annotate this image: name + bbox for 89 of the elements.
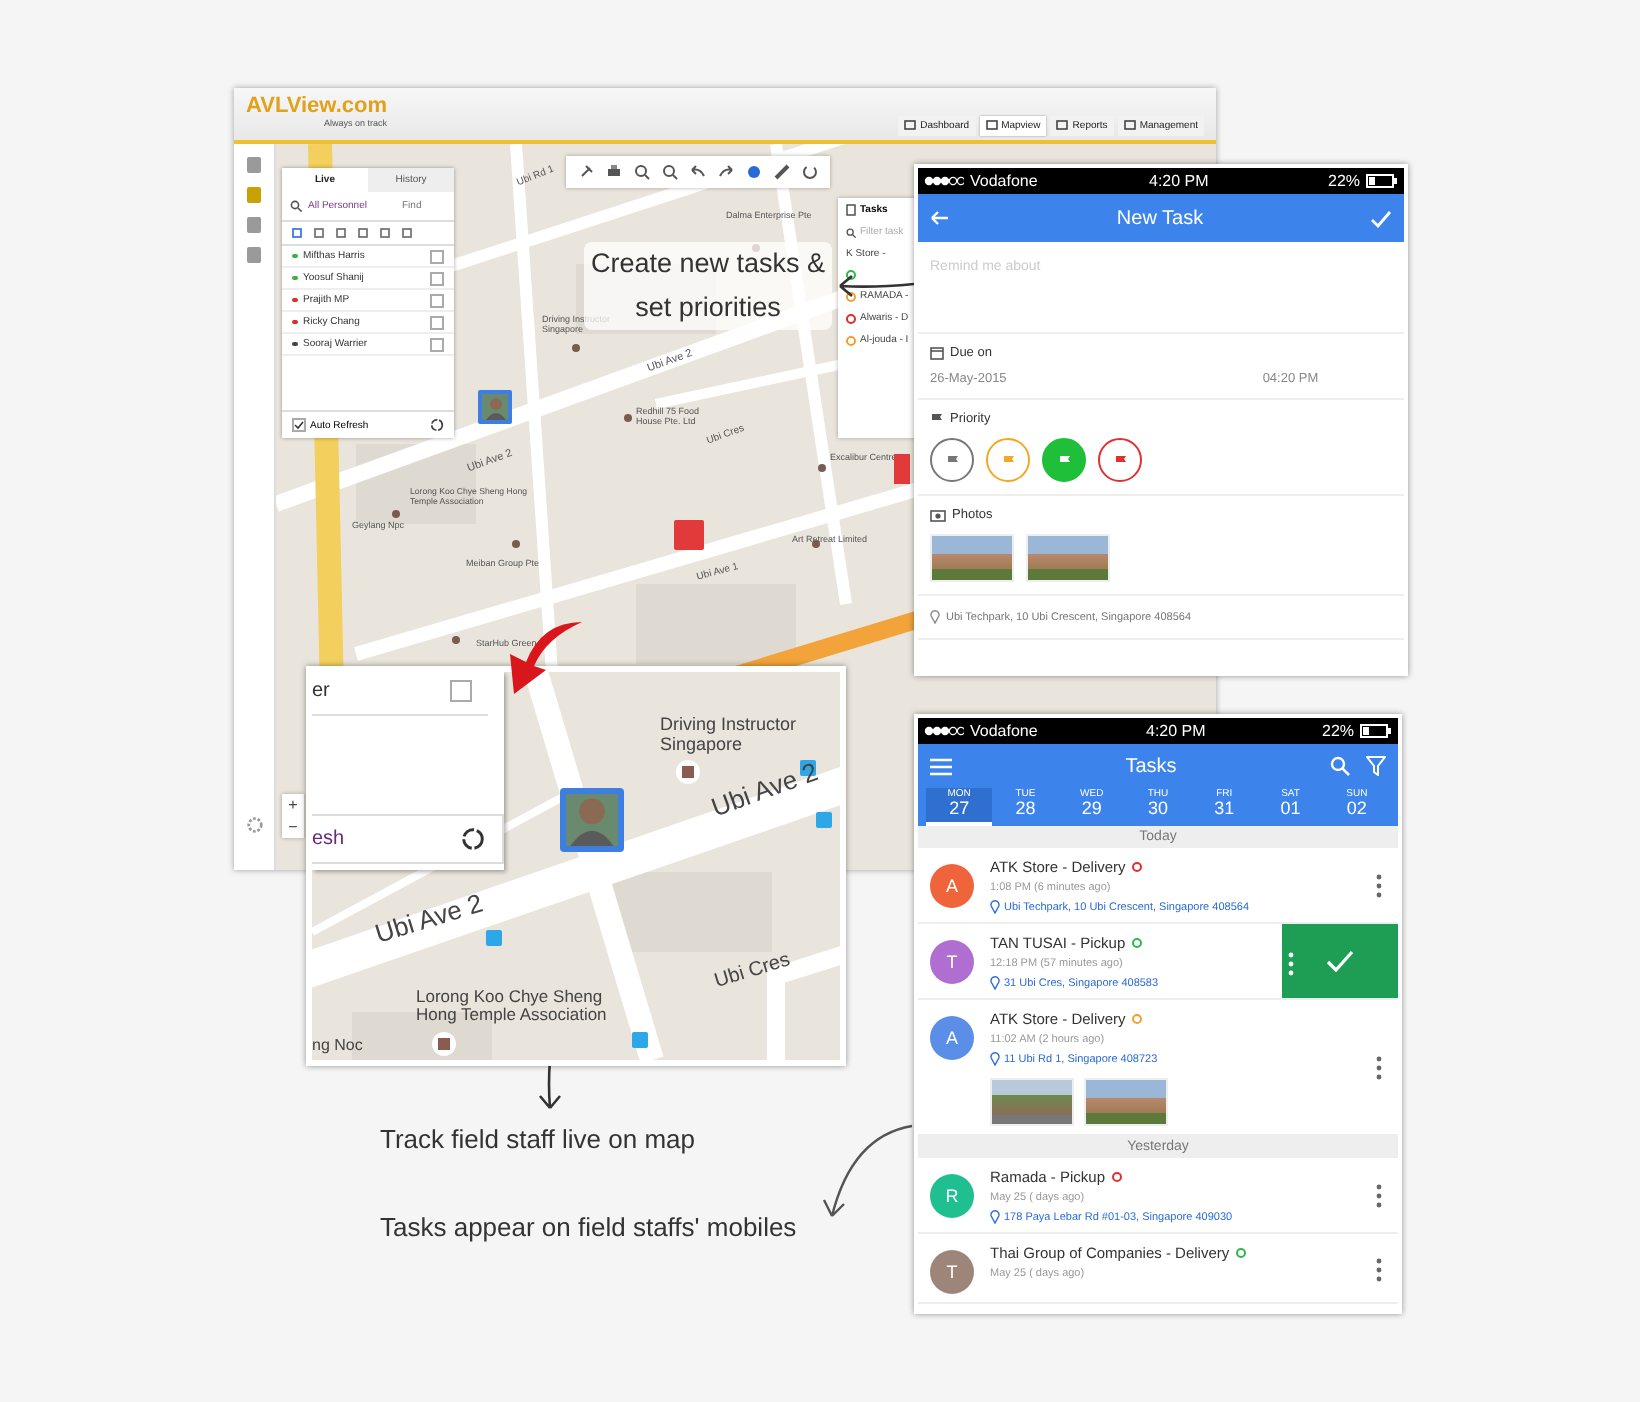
search-icon[interactable] xyxy=(1330,756,1350,776)
checkbox[interactable] xyxy=(430,337,444,351)
checkbox[interactable] xyxy=(430,271,444,285)
zoom-in-icon[interactable] xyxy=(634,164,650,180)
location-pin-icon xyxy=(990,1210,1000,1224)
photo-placeholder[interactable] xyxy=(1084,1078,1168,1126)
street-label: Ubi Ave 2 xyxy=(708,758,822,823)
priority-button[interactable] xyxy=(930,438,974,482)
check-icon xyxy=(294,420,304,430)
battery-level: 22% xyxy=(1322,722,1355,740)
place-label: Lorong Koo Chye Sheng Hong Temple Association xyxy=(416,988,609,1026)
clock: 4:20 PM xyxy=(1146,722,1208,740)
avatar: A xyxy=(930,864,974,908)
street-label: Ubi Ave 2 xyxy=(372,889,487,950)
zoom-button[interactable]: − xyxy=(282,816,304,838)
redo-icon[interactable] xyxy=(718,164,734,180)
print-icon[interactable] xyxy=(606,164,622,180)
checkbox[interactable] xyxy=(430,315,444,329)
refresh-icon[interactable] xyxy=(802,164,818,180)
location-pin-icon xyxy=(990,976,1000,990)
clock: 4:20 PM xyxy=(1149,172,1211,190)
refresh-icon[interactable] xyxy=(460,826,486,852)
screen-title: Tasks xyxy=(1123,755,1179,777)
staff-marker[interactable] xyxy=(560,788,624,852)
caption: Tasks appear on field staffs' mobiles xyxy=(380,1212,797,1242)
personnel-name: er xyxy=(312,680,330,702)
pointer-arrow xyxy=(834,270,918,302)
flag-icon xyxy=(1113,453,1127,467)
search-icon xyxy=(846,227,856,237)
more-icon[interactable] xyxy=(1376,1257,1382,1281)
avatar: R xyxy=(930,1174,974,1218)
photo-placeholder[interactable] xyxy=(990,1078,1074,1126)
task-marker[interactable] xyxy=(894,454,910,484)
street-label: Ubi Cres xyxy=(712,949,793,994)
battery-icon xyxy=(1360,724,1393,738)
more-icon[interactable] xyxy=(1376,1056,1382,1080)
auto-refresh-label: esh xyxy=(312,828,345,850)
zoom-out-icon[interactable] xyxy=(662,164,678,180)
location-pin-icon xyxy=(990,1052,1000,1066)
settings-icon[interactable] xyxy=(245,816,263,834)
place-label: ng Noc xyxy=(312,1038,363,1056)
flag-icon xyxy=(945,453,959,467)
location-icon[interactable] xyxy=(746,164,762,180)
carrier-name: Vodafone xyxy=(970,722,1040,740)
nav-icon xyxy=(985,120,998,132)
location-pin-icon xyxy=(930,610,940,624)
search-icon xyxy=(290,200,302,212)
calendar-icon xyxy=(930,346,944,360)
nav-icon xyxy=(1123,120,1136,132)
refresh-icon[interactable] xyxy=(430,418,444,432)
undo-icon[interactable] xyxy=(690,164,706,180)
nav-icon xyxy=(904,120,917,132)
screen-title: New Task xyxy=(1114,207,1206,229)
avatar: T xyxy=(930,940,974,984)
document-icon xyxy=(846,204,856,216)
priority-button[interactable] xyxy=(1098,438,1142,482)
app-logo: AVLView.com xyxy=(246,96,388,118)
staff-marker[interactable] xyxy=(478,390,512,424)
nav-icon xyxy=(1056,120,1069,132)
signal-icon xyxy=(924,726,964,736)
back-arrow-icon[interactable] xyxy=(930,210,950,226)
flag-icon xyxy=(1001,453,1015,467)
checkbox[interactable] xyxy=(450,680,472,702)
check-icon xyxy=(1326,950,1354,972)
ruler-icon[interactable] xyxy=(774,164,790,180)
task-marker[interactable] xyxy=(674,520,704,550)
more-icon[interactable] xyxy=(1376,1184,1382,1208)
more-icon[interactable] xyxy=(1376,874,1382,898)
caption: Track field staff live on map xyxy=(380,1124,696,1154)
checkbox[interactable] xyxy=(430,293,444,307)
battery-icon xyxy=(1366,174,1399,188)
avatar: T xyxy=(930,1250,974,1294)
priority-button[interactable] xyxy=(1042,438,1086,482)
checkbox[interactable] xyxy=(430,249,444,263)
photo-placeholder[interactable] xyxy=(930,534,1014,582)
carrier-name: Vodafone xyxy=(970,172,1040,190)
check-icon[interactable] xyxy=(1370,209,1392,227)
flag-icon xyxy=(930,412,944,426)
sidebar-icon[interactable] xyxy=(246,156,262,174)
flag-icon xyxy=(1057,453,1071,467)
place-label: Driving Instructor Singapore xyxy=(660,716,799,756)
avatar: A xyxy=(930,1016,974,1060)
signal-icon xyxy=(924,176,964,186)
location-pin-icon xyxy=(990,900,1000,914)
camera-icon xyxy=(930,508,946,522)
menu-icon[interactable] xyxy=(930,757,952,775)
battery-level: 22% xyxy=(1328,172,1361,190)
photo-placeholder[interactable] xyxy=(1026,534,1110,582)
zoom-button[interactable]: + xyxy=(282,794,304,816)
